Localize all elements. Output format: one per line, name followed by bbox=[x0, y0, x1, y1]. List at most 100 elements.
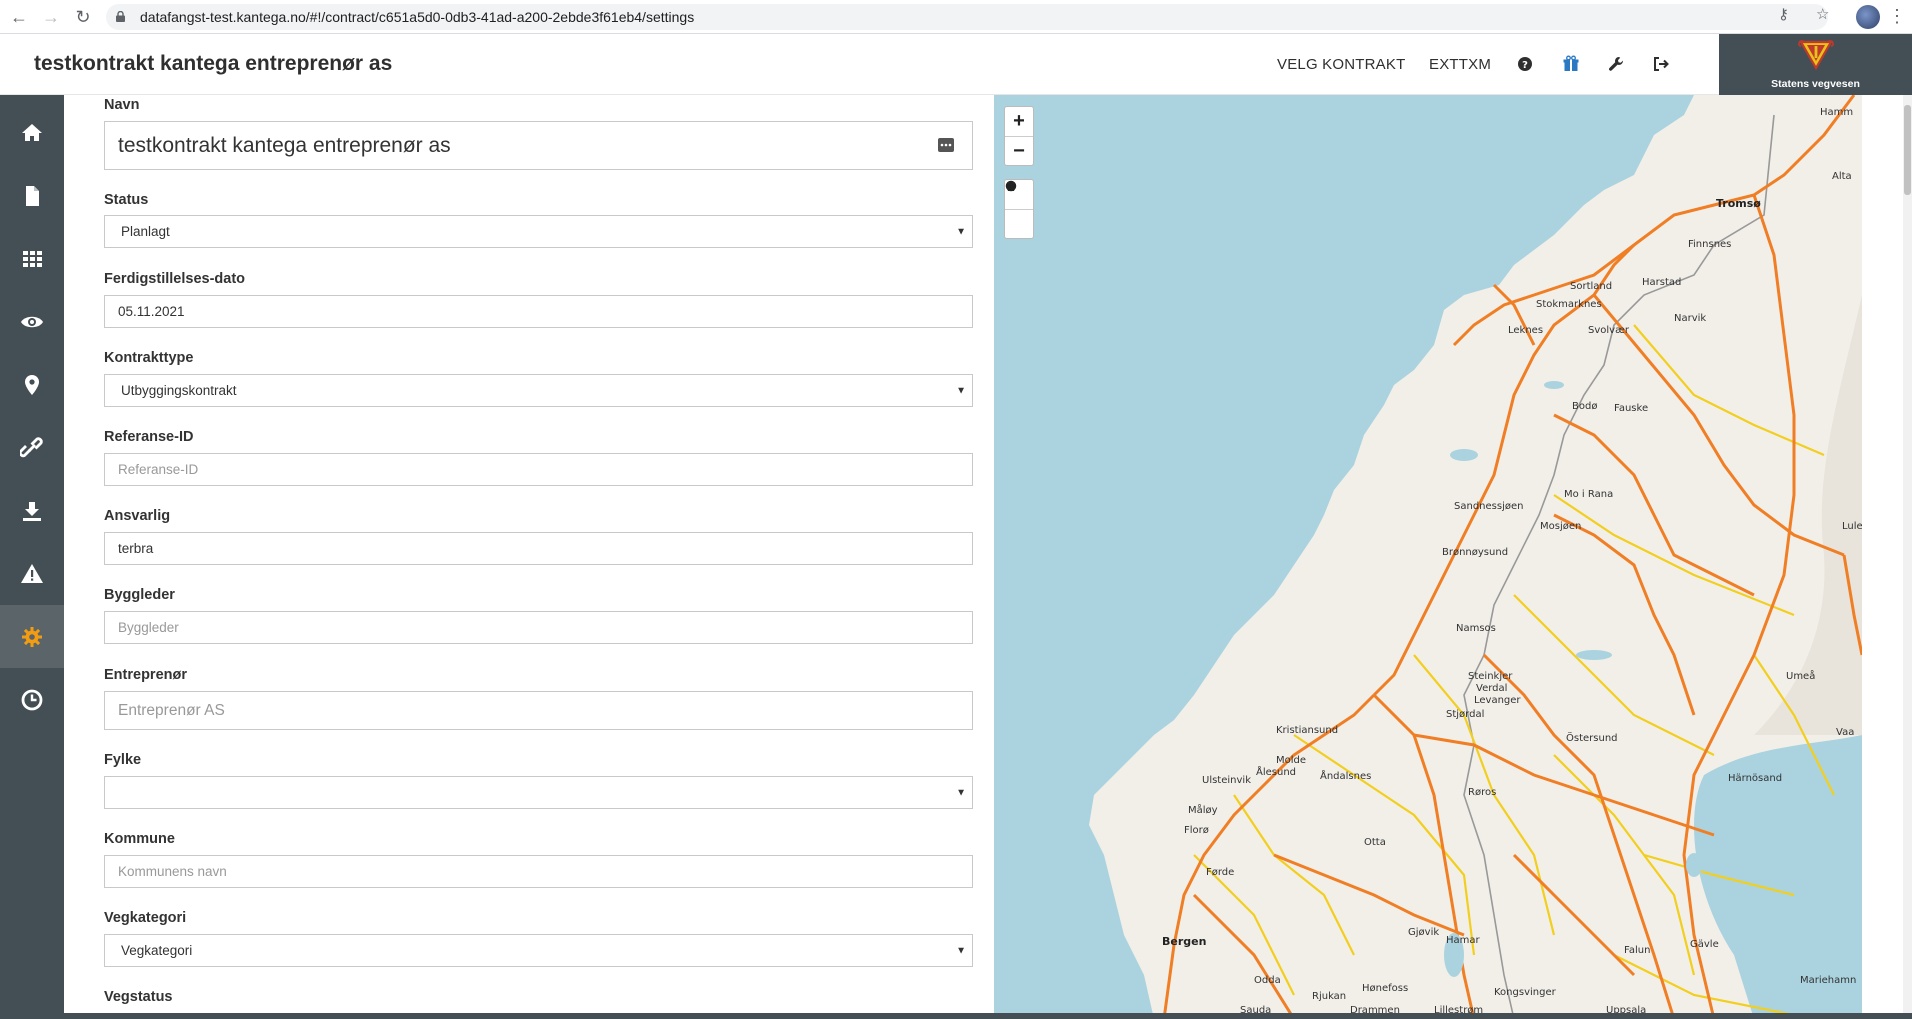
map-label: Stjørdal bbox=[1446, 709, 1485, 720]
link-icon bbox=[20, 436, 43, 457]
map-label: Kristiansund bbox=[1276, 725, 1339, 736]
help-icon[interactable]: ? bbox=[1515, 54, 1535, 74]
map-label: Ålesund bbox=[1256, 767, 1297, 778]
kommune-input[interactable]: Kommunens navn bbox=[104, 855, 973, 888]
map-label: Tromsø bbox=[1716, 197, 1761, 210]
map-label: Alta bbox=[1832, 171, 1852, 182]
sidebar-item-download[interactable] bbox=[0, 479, 64, 542]
contract-settings-form: Navn testkontrakt kantega entreprenør as… bbox=[64, 95, 994, 1019]
back-arrow-icon[interactable]: ← bbox=[8, 6, 30, 28]
map-label: Molde bbox=[1276, 755, 1307, 766]
entreprenor-label: Entreprenør bbox=[104, 667, 187, 683]
lock-icon bbox=[116, 11, 125, 22]
map-label: Vaa bbox=[1836, 727, 1855, 738]
chevron-down-icon: ▼ bbox=[956, 945, 966, 956]
status-select[interactable]: Planlagt ▼ bbox=[104, 215, 973, 248]
map-canvas bbox=[1089, 95, 1862, 1019]
logout-icon[interactable] bbox=[1651, 54, 1671, 74]
svg-text:?: ? bbox=[1522, 60, 1528, 71]
chevron-down-icon: ▼ bbox=[956, 226, 966, 237]
referanse-label: Referanse-ID bbox=[104, 429, 194, 445]
page-scrollbar[interactable] bbox=[1903, 95, 1912, 1019]
home-icon bbox=[22, 123, 42, 141]
draw-control bbox=[1004, 179, 1034, 239]
map-label: Bodø bbox=[1572, 401, 1598, 412]
select-contract-link[interactable]: VELG KONTRAKT bbox=[1277, 56, 1405, 73]
key-icon[interactable]: ⚷ bbox=[1778, 5, 1789, 23]
byggleder-input[interactable]: Byggleder bbox=[104, 611, 973, 644]
sidebar-item-home[interactable] bbox=[0, 101, 64, 164]
menu-dots-icon[interactable]: ⋮ bbox=[1888, 6, 1906, 27]
map-view[interactable]: Hamm Alta Tromsø Finnsnes Sortland Harst… bbox=[994, 95, 1862, 1019]
map-label: Sortland bbox=[1570, 281, 1613, 292]
vegvesen-emblem-icon bbox=[1798, 40, 1834, 70]
map-label: Lule bbox=[1842, 521, 1862, 532]
profile-avatar[interactable] bbox=[1856, 5, 1880, 29]
status-value: Planlagt bbox=[121, 224, 170, 239]
map-label: Steinkjer bbox=[1468, 671, 1513, 682]
bottom-strip bbox=[0, 1013, 1912, 1019]
kontrakttype-select[interactable]: Utbyggingskontrakt ▼ bbox=[104, 374, 973, 407]
circle-icon bbox=[1005, 180, 1017, 192]
sidebar-item-view[interactable] bbox=[0, 290, 64, 353]
map-label: Östersund bbox=[1566, 733, 1618, 744]
chevron-down-icon: ▼ bbox=[956, 385, 966, 396]
scrollbar-thumb[interactable] bbox=[1904, 105, 1911, 195]
map-pin-icon bbox=[25, 374, 39, 395]
sidebar-item-links[interactable] bbox=[0, 416, 64, 479]
history-icon bbox=[21, 689, 43, 710]
map-label: Finnsnes bbox=[1688, 239, 1732, 250]
reload-icon[interactable]: ↻ bbox=[72, 6, 94, 28]
forward-arrow-icon[interactable]: → bbox=[40, 6, 62, 28]
sidebar-item-settings[interactable] bbox=[0, 605, 64, 668]
sidebar-item-history[interactable] bbox=[0, 668, 64, 731]
map-label: Førde bbox=[1206, 867, 1235, 878]
statens-vegvesen-logo[interactable]: Statens vegvesen bbox=[1719, 34, 1912, 95]
map-label: Fauske bbox=[1614, 403, 1649, 414]
map-label: Namsos bbox=[1456, 623, 1496, 634]
star-icon[interactable]: ☆ bbox=[1816, 5, 1829, 23]
document-icon bbox=[26, 185, 39, 206]
autofill-icon[interactable] bbox=[938, 138, 954, 152]
zoom-in-button[interactable]: + bbox=[1005, 107, 1033, 136]
map-label: Ulsteinvik bbox=[1202, 775, 1251, 786]
map-label: Brønnøysund bbox=[1442, 547, 1509, 558]
user-link[interactable]: EXTTXM bbox=[1429, 56, 1491, 73]
referanse-input[interactable]: Referanse-ID bbox=[104, 453, 973, 486]
map-label: Svolvær bbox=[1588, 325, 1630, 336]
sidebar-item-documents[interactable] bbox=[0, 164, 64, 227]
ansvarlig-input[interactable]: terbra bbox=[104, 532, 973, 565]
wrench-icon[interactable] bbox=[1606, 54, 1626, 74]
map-label: Leknes bbox=[1508, 325, 1544, 336]
draw-circle-button[interactable] bbox=[1005, 180, 1033, 238]
map-label: Kongsvinger bbox=[1494, 987, 1556, 998]
app-header: testkontrakt kantega entreprenør as VELG… bbox=[0, 34, 1912, 95]
sidebar-item-grid[interactable] bbox=[0, 227, 64, 290]
sidebar bbox=[0, 95, 64, 1019]
navn-input[interactable]: testkontrakt kantega entreprenør as bbox=[104, 121, 973, 170]
page-title: testkontrakt kantega entreprenør as bbox=[34, 52, 393, 75]
map-label: Harstad bbox=[1642, 277, 1682, 288]
sidebar-item-warnings[interactable] bbox=[0, 542, 64, 605]
map-label: Narvik bbox=[1674, 313, 1707, 324]
status-label: Status bbox=[104, 192, 149, 208]
navn-value: testkontrakt kantega entreprenør as bbox=[118, 133, 451, 157]
gift-icon[interactable] bbox=[1561, 54, 1581, 74]
map-label: Umeå bbox=[1786, 671, 1816, 682]
vegkategori-value: Vegkategori bbox=[121, 943, 193, 958]
zoom-out-button[interactable]: − bbox=[1005, 136, 1033, 165]
map-label: Røros bbox=[1468, 787, 1497, 798]
fylke-select[interactable]: ▼ bbox=[104, 776, 973, 809]
ansvarlig-label: Ansvarlig bbox=[104, 508, 171, 524]
sidebar-item-location[interactable] bbox=[0, 353, 64, 416]
fylke-label: Fylke bbox=[104, 752, 142, 768]
kommune-label: Kommune bbox=[104, 831, 175, 847]
vegkategori-label: Vegkategori bbox=[104, 910, 187, 926]
vegkategori-select[interactable]: Vegkategori ▼ bbox=[104, 934, 973, 967]
ferdig-date-input[interactable]: 05.11.2021 bbox=[104, 295, 973, 328]
navn-label: Navn bbox=[104, 97, 140, 113]
entreprenor-input[interactable]: Entreprenør AS bbox=[104, 691, 973, 730]
map-label: Hønefoss bbox=[1362, 983, 1409, 994]
address-bar[interactable]: datafangst-test.kantega.no/#!/contract/c… bbox=[106, 4, 1828, 30]
map-label: Odda bbox=[1254, 975, 1281, 986]
